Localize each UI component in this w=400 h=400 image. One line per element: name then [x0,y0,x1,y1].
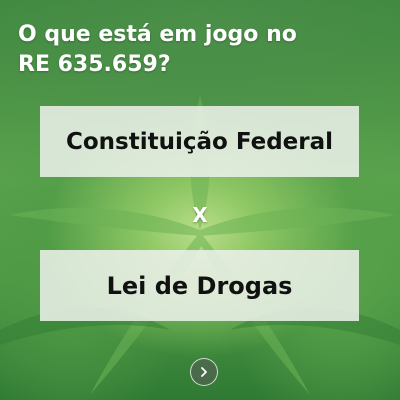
versus-label: X [192,203,208,227]
drug-law-box: Lei de Drogas [40,250,359,321]
constitution-label: Constituição Federal [65,128,334,155]
constitution-box: Constituição Federal [40,106,359,177]
next-slide-button[interactable] [190,358,218,386]
chevron-right-icon [201,367,207,377]
drug-law-label: Lei de Drogas [106,271,293,300]
slide-title: O que está em jogo no RE 635.659? [18,22,297,77]
